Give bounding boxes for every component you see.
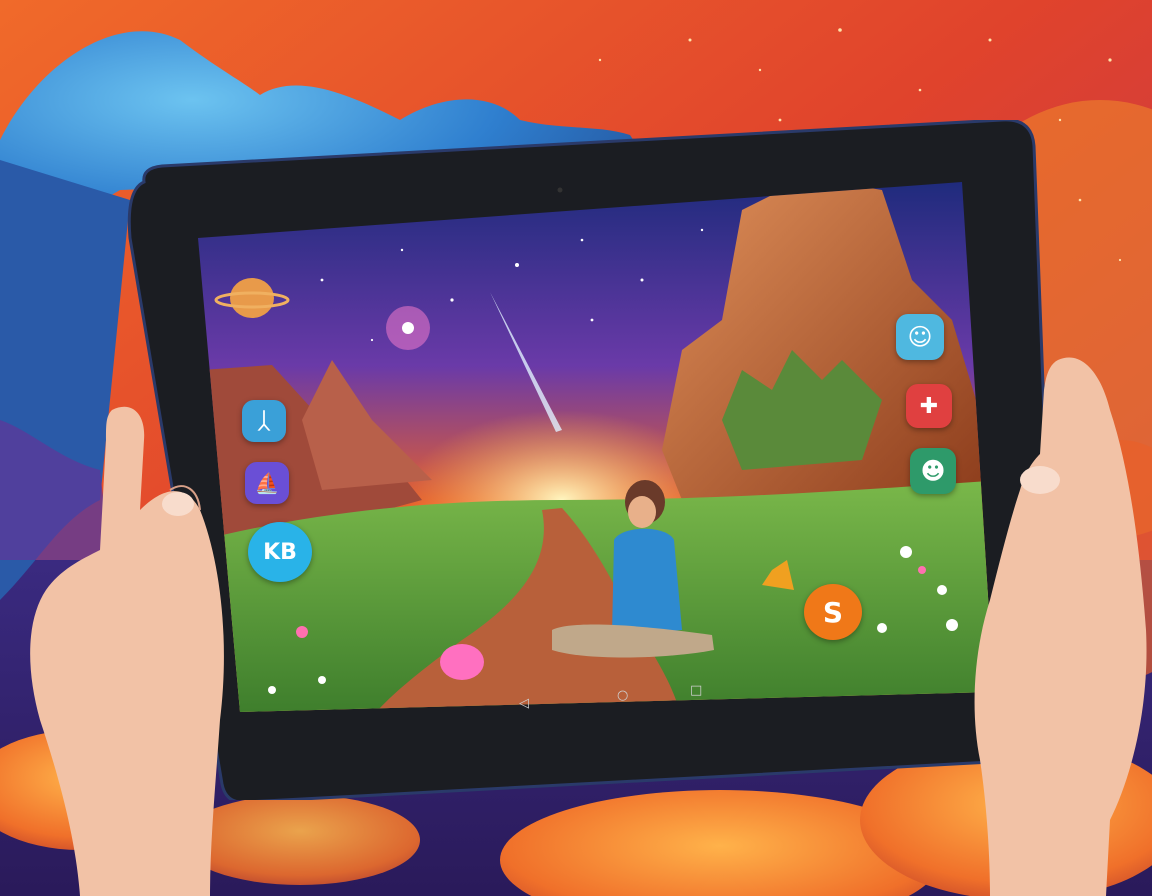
nav-home-icon[interactable]: ○	[617, 688, 628, 703]
left-hand	[30, 406, 224, 896]
nav-recents-icon[interactable]: □	[690, 683, 702, 698]
photo-scene: ᛸ ⛵ KB ☺ ✚ ☻ S ◁ ○ □	[0, 0, 1152, 896]
app-icon-face[interactable]: ☺	[896, 314, 944, 360]
nav-back-icon[interactable]: ◁	[519, 696, 529, 711]
right-hand	[974, 357, 1147, 896]
app-icon-orange-s[interactable]: S	[804, 584, 862, 640]
app-icon-red[interactable]: ✚	[906, 384, 952, 428]
app-icon-character[interactable]: ☻	[910, 448, 956, 494]
